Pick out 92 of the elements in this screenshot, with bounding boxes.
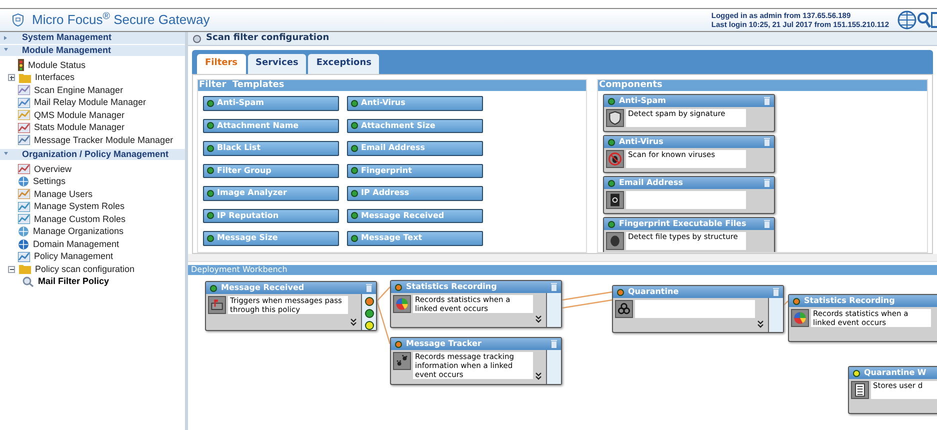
trash-icon[interactable] bbox=[764, 138, 770, 146]
shield-icon bbox=[606, 109, 624, 127]
globe-icon bbox=[18, 238, 29, 250]
trash-icon[interactable] bbox=[764, 97, 770, 105]
tab[interactable]: Exceptions bbox=[308, 54, 380, 74]
card-title: Message Tracker bbox=[406, 338, 482, 350]
sidebar-item[interactable]: Scan Engine Manager bbox=[34, 86, 124, 95]
mailbox-icon bbox=[208, 296, 226, 314]
trash-icon[interactable] bbox=[764, 220, 770, 228]
module-icon bbox=[18, 214, 30, 224]
card-title: Message Received bbox=[221, 282, 306, 294]
module-icon bbox=[18, 110, 30, 120]
biohazard-icon bbox=[615, 300, 633, 318]
module-icon bbox=[18, 135, 30, 146]
folder-icon bbox=[19, 72, 31, 83]
sidebar-section-header[interactable]: System Management bbox=[0, 32, 185, 44]
caret-down-icon bbox=[4, 48, 8, 52]
card-title: Fingerprint Executable Files bbox=[619, 218, 748, 230]
page-title: Scan filter configuration bbox=[206, 32, 330, 45]
port-panel bbox=[768, 298, 783, 332]
trash-icon[interactable] bbox=[773, 288, 779, 296]
sidebar-item[interactable]: Module Status bbox=[28, 60, 86, 70]
trash-icon[interactable] bbox=[551, 340, 557, 348]
at-sign-icon bbox=[606, 191, 624, 209]
trash-icon[interactable] bbox=[366, 284, 372, 292]
card-title: Quarantine W bbox=[864, 367, 928, 379]
description-field[interactable] bbox=[635, 300, 755, 318]
globe-icon bbox=[18, 226, 29, 238]
card-title: Email Address bbox=[619, 177, 684, 189]
card-title: Statistics Recording bbox=[804, 295, 896, 307]
sidebar-item[interactable]: Manage Custom Roles bbox=[34, 214, 126, 224]
chart-icon bbox=[18, 122, 30, 133]
paw-icon bbox=[393, 352, 411, 370]
fingerprint-icon bbox=[606, 232, 624, 250]
module-icon bbox=[18, 98, 30, 108]
shield-logo-icon bbox=[12, 13, 24, 27]
trash-icon[interactable] bbox=[764, 179, 770, 187]
sidebar-item[interactable]: Manage System Roles bbox=[34, 202, 125, 212]
card-title: Anti-Spam bbox=[619, 95, 667, 107]
expand-chevron-icon[interactable] bbox=[757, 320, 764, 328]
tab[interactable]: Services bbox=[248, 54, 306, 74]
sidebar-item[interactable]: Policy scan configuration bbox=[35, 264, 135, 274]
pie-chart-icon bbox=[791, 309, 809, 327]
sidebar-item[interactable]: Settings bbox=[33, 177, 66, 186]
pie-chart-icon bbox=[393, 295, 411, 313]
sidebar-section-header[interactable]: Organization / Policy Management bbox=[0, 148, 185, 161]
card-title: Statistics Recording bbox=[406, 281, 498, 293]
panel-header: Deployment Workbench bbox=[188, 265, 937, 275]
card-title: Quarantine bbox=[628, 286, 680, 298]
magnifier-icon bbox=[22, 276, 34, 288]
expand-toggle[interactable] bbox=[8, 74, 15, 82]
sidebar-item[interactable]: Domain Management bbox=[33, 240, 120, 249]
port-panel bbox=[546, 350, 561, 384]
sidebar-item[interactable]: Manage Users bbox=[34, 190, 93, 199]
gear-icon bbox=[18, 176, 29, 188]
trash-icon[interactable] bbox=[551, 283, 557, 291]
expand-chevron-icon[interactable] bbox=[350, 318, 357, 326]
panel-header: Filter Templates bbox=[198, 80, 586, 91]
expand-chevron-icon[interactable] bbox=[535, 315, 542, 323]
sidebar-section-header[interactable]: Module Management bbox=[0, 44, 185, 57]
panel-header: Components bbox=[598, 80, 927, 91]
sidebar-item[interactable]: Message Tracker Module Manager bbox=[34, 136, 174, 145]
users-icon bbox=[18, 189, 30, 200]
traffic-light-icon bbox=[18, 59, 24, 72]
bug-icon bbox=[606, 150, 624, 168]
share-icon bbox=[18, 252, 30, 262]
description-field[interactable] bbox=[626, 191, 746, 209]
search-icon[interactable] bbox=[917, 12, 931, 28]
chart-icon bbox=[18, 164, 30, 174]
globe-icon[interactable] bbox=[897, 10, 917, 30]
expand-chevron-icon[interactable] bbox=[535, 372, 542, 380]
folder-icon bbox=[19, 264, 31, 274]
connector-line bbox=[562, 299, 612, 309]
sidebar-item[interactable]: Stats Module Manager bbox=[34, 123, 125, 132]
sidebar-item[interactable]: Overview bbox=[34, 164, 72, 174]
sidebar-item[interactable]: Policy Management bbox=[34, 252, 114, 262]
module-icon bbox=[18, 85, 30, 96]
sidebar-item[interactable]: Interfaces bbox=[35, 73, 75, 82]
card-title: Anti-Virus bbox=[619, 136, 664, 148]
app-title: Micro Focus$^{®}$ Secure Gateway bbox=[32, 10, 210, 30]
port-panel bbox=[546, 293, 561, 327]
sidebar-item[interactable]: Mail Relay Module Manager bbox=[34, 98, 146, 108]
caret-down-icon bbox=[4, 152, 8, 156]
document-icon bbox=[851, 381, 869, 399]
sidebar-item[interactable]: Manage Organizations bbox=[33, 227, 124, 236]
caret-right-icon bbox=[4, 36, 8, 40]
sidebar-item[interactable]: QMS Module Manager bbox=[34, 110, 125, 120]
window-icon[interactable] bbox=[931, 12, 937, 28]
collapse-toggle[interactable] bbox=[8, 266, 15, 273]
sidebar-item[interactable]: Mail Filter Policy bbox=[38, 277, 110, 286]
connector-line bbox=[562, 291, 612, 301]
module-icon bbox=[18, 202, 30, 212]
